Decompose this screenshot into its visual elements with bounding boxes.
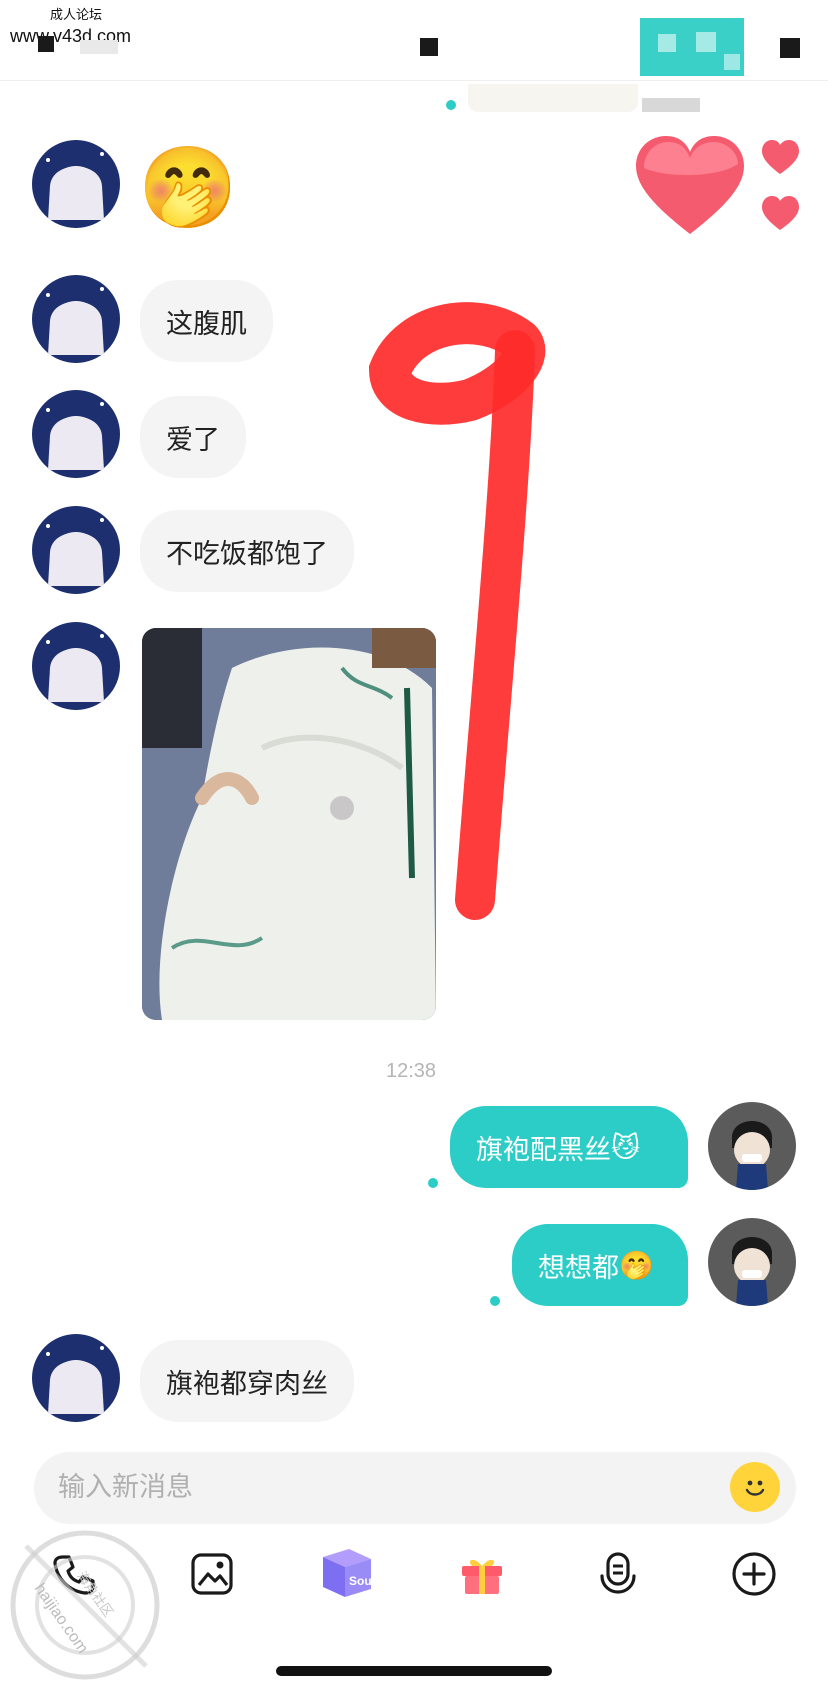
message-composer bbox=[34, 1452, 796, 1524]
blurred-fragment bbox=[642, 98, 700, 112]
more-button[interactable] bbox=[728, 1548, 780, 1600]
censored-title bbox=[640, 18, 744, 76]
cat-emoji-icon: 😼 bbox=[611, 1130, 641, 1164]
contact-avatar[interactable] bbox=[32, 622, 120, 710]
message-emoji: 🤭 bbox=[138, 141, 238, 234]
read-dot bbox=[428, 1178, 438, 1188]
blurred-nav bbox=[80, 40, 118, 54]
plus-icon bbox=[732, 1552, 776, 1596]
incoming-message-bubble[interactable]: 旗袍都穿肉丝 bbox=[140, 1340, 354, 1422]
read-dot bbox=[446, 100, 456, 110]
message-timestamp: 12:38 bbox=[386, 1060, 437, 1082]
my-avatar[interactable] bbox=[708, 1102, 796, 1190]
contact-avatar[interactable] bbox=[32, 275, 120, 363]
home-indicator[interactable] bbox=[276, 1666, 552, 1676]
hearts-sticker bbox=[636, 136, 799, 234]
status-icon bbox=[420, 38, 438, 56]
gift-button[interactable] bbox=[456, 1548, 508, 1600]
incoming-message-bubble[interactable]: 不吃饭都饱了 bbox=[140, 510, 354, 592]
photo-message[interactable] bbox=[142, 628, 436, 1020]
read-dot bbox=[490, 1296, 500, 1306]
message-input[interactable] bbox=[34, 1452, 678, 1522]
incoming-message-bubble[interactable]: 这腹肌 bbox=[140, 280, 273, 362]
contact-avatar[interactable] bbox=[32, 390, 120, 478]
voice-icon bbox=[600, 1552, 636, 1594]
gift-icon bbox=[462, 1559, 502, 1594]
message-text: 想想都 bbox=[538, 1252, 619, 1284]
more-icon[interactable] bbox=[780, 38, 800, 58]
photo-button[interactable] bbox=[186, 1548, 238, 1600]
emoji-button[interactable] bbox=[730, 1462, 780, 1512]
outgoing-message-bubble[interactable]: 旗袍配黑丝 😼 bbox=[450, 1106, 688, 1188]
image-icon bbox=[191, 1553, 233, 1595]
header-divider bbox=[0, 80, 828, 81]
contact-avatar[interactable] bbox=[32, 506, 120, 594]
svg-text:Soul: Soul bbox=[349, 1574, 375, 1588]
contact-avatar[interactable] bbox=[32, 140, 120, 228]
shy-emoji-icon: 🤭 bbox=[619, 1248, 654, 1282]
smiley-icon bbox=[745, 1480, 765, 1496]
outgoing-message-bubble[interactable]: 想想都 🤭 bbox=[512, 1224, 688, 1306]
incoming-message-bubble[interactable]: 爱了 bbox=[140, 396, 246, 478]
message-text: 旗袍配黑丝 bbox=[476, 1134, 611, 1166]
voice-button[interactable] bbox=[592, 1548, 644, 1600]
back-icon[interactable] bbox=[38, 36, 54, 52]
previous-message-fragment bbox=[468, 84, 638, 112]
contact-avatar[interactable] bbox=[32, 1334, 120, 1422]
soul-box-icon: Soul bbox=[323, 1549, 375, 1597]
watermark-line1: 成人论坛 bbox=[50, 7, 103, 22]
watermark-seal: haijiao.com 海角社区 bbox=[6, 1526, 164, 1684]
soul-box-button[interactable]: Soul bbox=[316, 1542, 376, 1602]
my-avatar[interactable] bbox=[708, 1218, 796, 1306]
